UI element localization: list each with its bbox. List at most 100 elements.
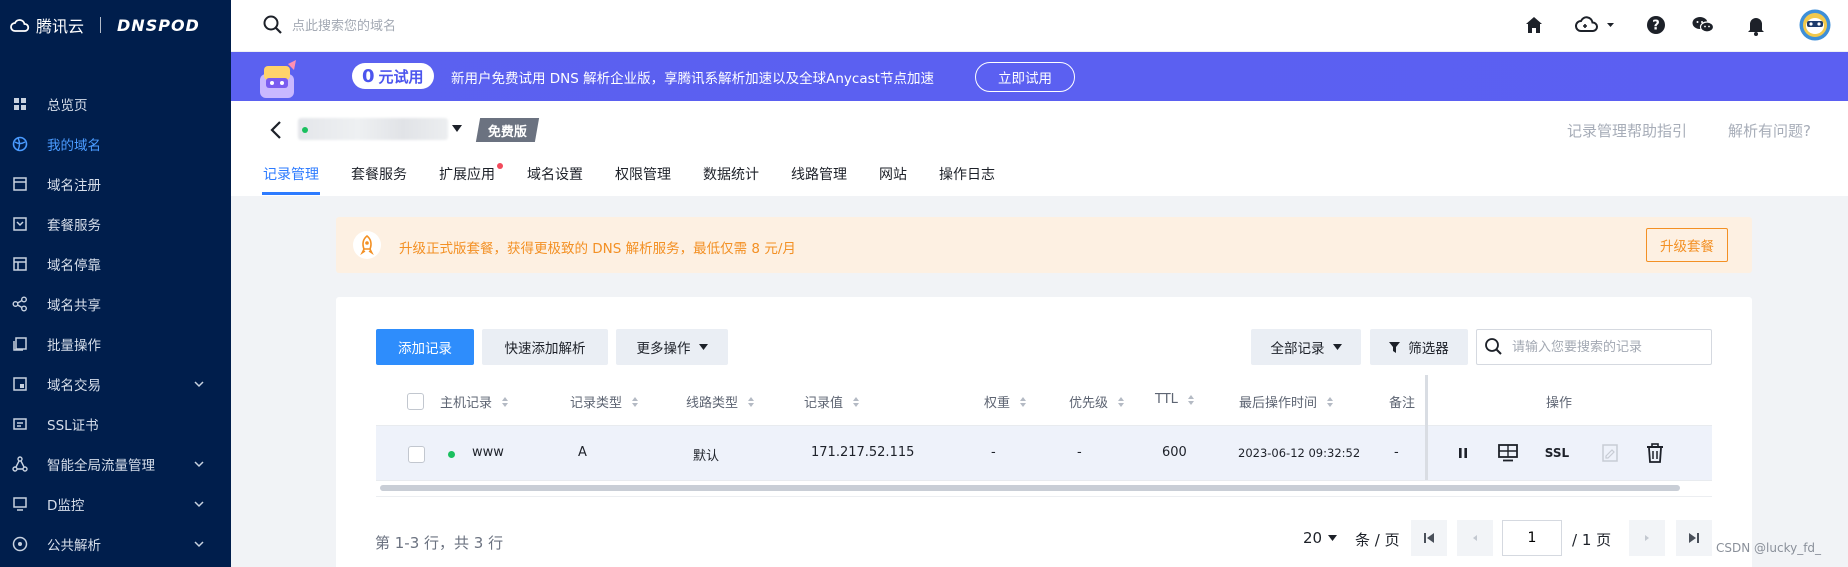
more-actions-button[interactable]: 更多操作 [616, 329, 728, 365]
monitor-settings-icon[interactable] [1496, 441, 1520, 465]
sort-icon [502, 396, 509, 407]
ssl-button[interactable]: SSL [1544, 441, 1570, 465]
sort-icon [1118, 396, 1125, 407]
promo-badge-number: 0 [362, 65, 375, 87]
globe-icon [12, 136, 28, 152]
tab-permissions[interactable]: 权限管理 [615, 164, 671, 184]
add-record-button[interactable]: 添加记录 [376, 329, 474, 365]
help-icon[interactable]: ? [1643, 12, 1669, 38]
home-icon[interactable] [1521, 12, 1547, 38]
horizontal-scrollbar[interactable] [380, 485, 1680, 491]
sidebar-item-trade[interactable]: 域名交易 [0, 364, 231, 404]
back-arrow-icon[interactable] [266, 118, 286, 142]
chevron-down-icon [194, 541, 204, 548]
tab-extensions[interactable]: 扩展应用 [439, 164, 495, 184]
prev-page-icon [1473, 535, 1477, 541]
first-page-button[interactable] [1411, 520, 1447, 556]
sidebar-item-domain-register[interactable]: 域名注册 [0, 164, 231, 204]
sidebar-item-batch[interactable]: 批量操作 [0, 324, 231, 364]
th-host[interactable]: 主机记录 [440, 392, 509, 411]
sidebar-item-label: 域名交易 [47, 378, 101, 394]
filter-label: 筛选器 [1408, 341, 1449, 357]
cell-line: 默认 [693, 449, 720, 464]
th-value-label: 记录值 [804, 396, 844, 411]
tab-operation-log[interactable]: 操作日志 [939, 164, 995, 184]
wechat-icon[interactable] [1690, 12, 1716, 38]
select-all-checkbox[interactable] [407, 393, 424, 410]
first-page-icon [1424, 533, 1434, 543]
row-range-text: 第 1-3 行，共 3 行 [375, 534, 504, 552]
sidebar-item-packages[interactable]: 套餐服务 [0, 204, 231, 244]
cell-last-modified: 2023-06-12 09:32:52 [1238, 446, 1361, 460]
problem-link[interactable]: 解析有问题? [1728, 120, 1811, 141]
parking-icon [12, 256, 28, 272]
sidebar-item-overview[interactable]: 总览页 [0, 84, 231, 124]
cloud-menu-icon[interactable] [1574, 12, 1616, 38]
th-ttl[interactable]: TTL [1155, 392, 1194, 407]
sidebar-item-my-domains[interactable]: 我的域名 [0, 124, 231, 164]
th-ttl-label: TTL [1155, 392, 1178, 407]
filter-icon [1389, 341, 1401, 353]
sidebar-item-monitor[interactable]: D监控 [0, 484, 231, 524]
per-page-label: 条 / 页 [1355, 531, 1400, 549]
sidebar-item-label: 批量操作 [47, 338, 101, 354]
chevron-down-icon [194, 501, 204, 508]
next-page-button[interactable] [1629, 520, 1665, 556]
sidebar-item-share[interactable]: 域名共享 [0, 284, 231, 324]
sidebar-item-gtm[interactable]: 智能全局流量管理 [0, 444, 231, 484]
pause-icon[interactable] [1451, 441, 1475, 465]
th-type[interactable]: 记录类型 [570, 392, 639, 411]
th-value[interactable]: 记录值 [804, 392, 860, 411]
register-icon [12, 176, 28, 192]
caret-down-icon [698, 344, 708, 350]
tab-statistics[interactable]: 数据统计 [703, 164, 759, 184]
tab-domain-settings[interactable]: 域名设置 [527, 164, 583, 184]
sidebar-item-label: 域名共享 [47, 298, 101, 314]
cell-priority: - [1077, 445, 1082, 460]
tab-record-management[interactable]: 记录管理 [263, 164, 319, 184]
th-line[interactable]: 线路类型 [686, 392, 755, 411]
sidebar-item-parking[interactable]: 域名停靠 [0, 244, 231, 284]
sidebar-item-ssl[interactable]: SSL证书 [0, 404, 231, 444]
th-priority-label: 优先级 [1069, 396, 1109, 411]
edit-remark-icon [1598, 441, 1622, 465]
page-size-select[interactable]: 20 [1303, 529, 1338, 547]
domain-search-input[interactable] [292, 14, 652, 38]
th-last-modified[interactable]: 最后操作时间 [1239, 392, 1334, 411]
promo-mascot-icon [252, 58, 308, 100]
caret-down-icon[interactable] [452, 125, 462, 133]
sort-icon [632, 396, 639, 407]
row-checkbox[interactable] [408, 446, 425, 463]
all-records-dropdown[interactable]: 全部记录 [1251, 329, 1361, 365]
trash-icon[interactable] [1643, 441, 1667, 465]
search-icon[interactable] [262, 14, 284, 36]
tab-package-service[interactable]: 套餐服务 [351, 164, 407, 184]
page-number-input[interactable] [1502, 520, 1562, 556]
prev-page-button[interactable] [1457, 520, 1493, 556]
th-remark: 备注 [1389, 392, 1415, 411]
tab-website[interactable]: 网站 [879, 164, 907, 184]
brand-cn: 腾讯云 [36, 17, 85, 36]
cell-value[interactable]: 171.217.52.115 [811, 445, 914, 460]
tab-line-management[interactable]: 线路管理 [791, 164, 847, 184]
help-guide-link[interactable]: 记录管理帮助指引 [1567, 120, 1687, 141]
sidebar-item-label: 公共解析 [47, 538, 101, 554]
filter-button[interactable]: 筛选器 [1370, 329, 1468, 365]
th-weight[interactable]: 权重 [984, 392, 1027, 411]
cell-host[interactable]: www [472, 445, 504, 460]
sidebar-item-label: D监控 [47, 498, 85, 514]
sidebar-item-public-dns[interactable]: 公共解析 [0, 524, 231, 564]
domain-name-redacted [298, 118, 448, 140]
avatar[interactable] [1799, 9, 1831, 41]
upgrade-package-button[interactable]: 升级套餐 [1646, 228, 1728, 262]
bell-icon[interactable] [1743, 12, 1769, 38]
logo[interactable]: 腾讯云 DNSPOD [10, 14, 200, 36]
try-now-button[interactable]: 立即试用 [975, 62, 1075, 92]
chevron-down-icon [194, 381, 204, 388]
th-host-label: 主机记录 [440, 396, 493, 411]
th-priority[interactable]: 优先级 [1069, 392, 1125, 411]
quick-add-button[interactable]: 快速添加解析 [482, 329, 608, 365]
last-page-button[interactable] [1676, 520, 1712, 556]
share-icon [12, 296, 28, 312]
record-search-input[interactable] [1512, 336, 1702, 358]
